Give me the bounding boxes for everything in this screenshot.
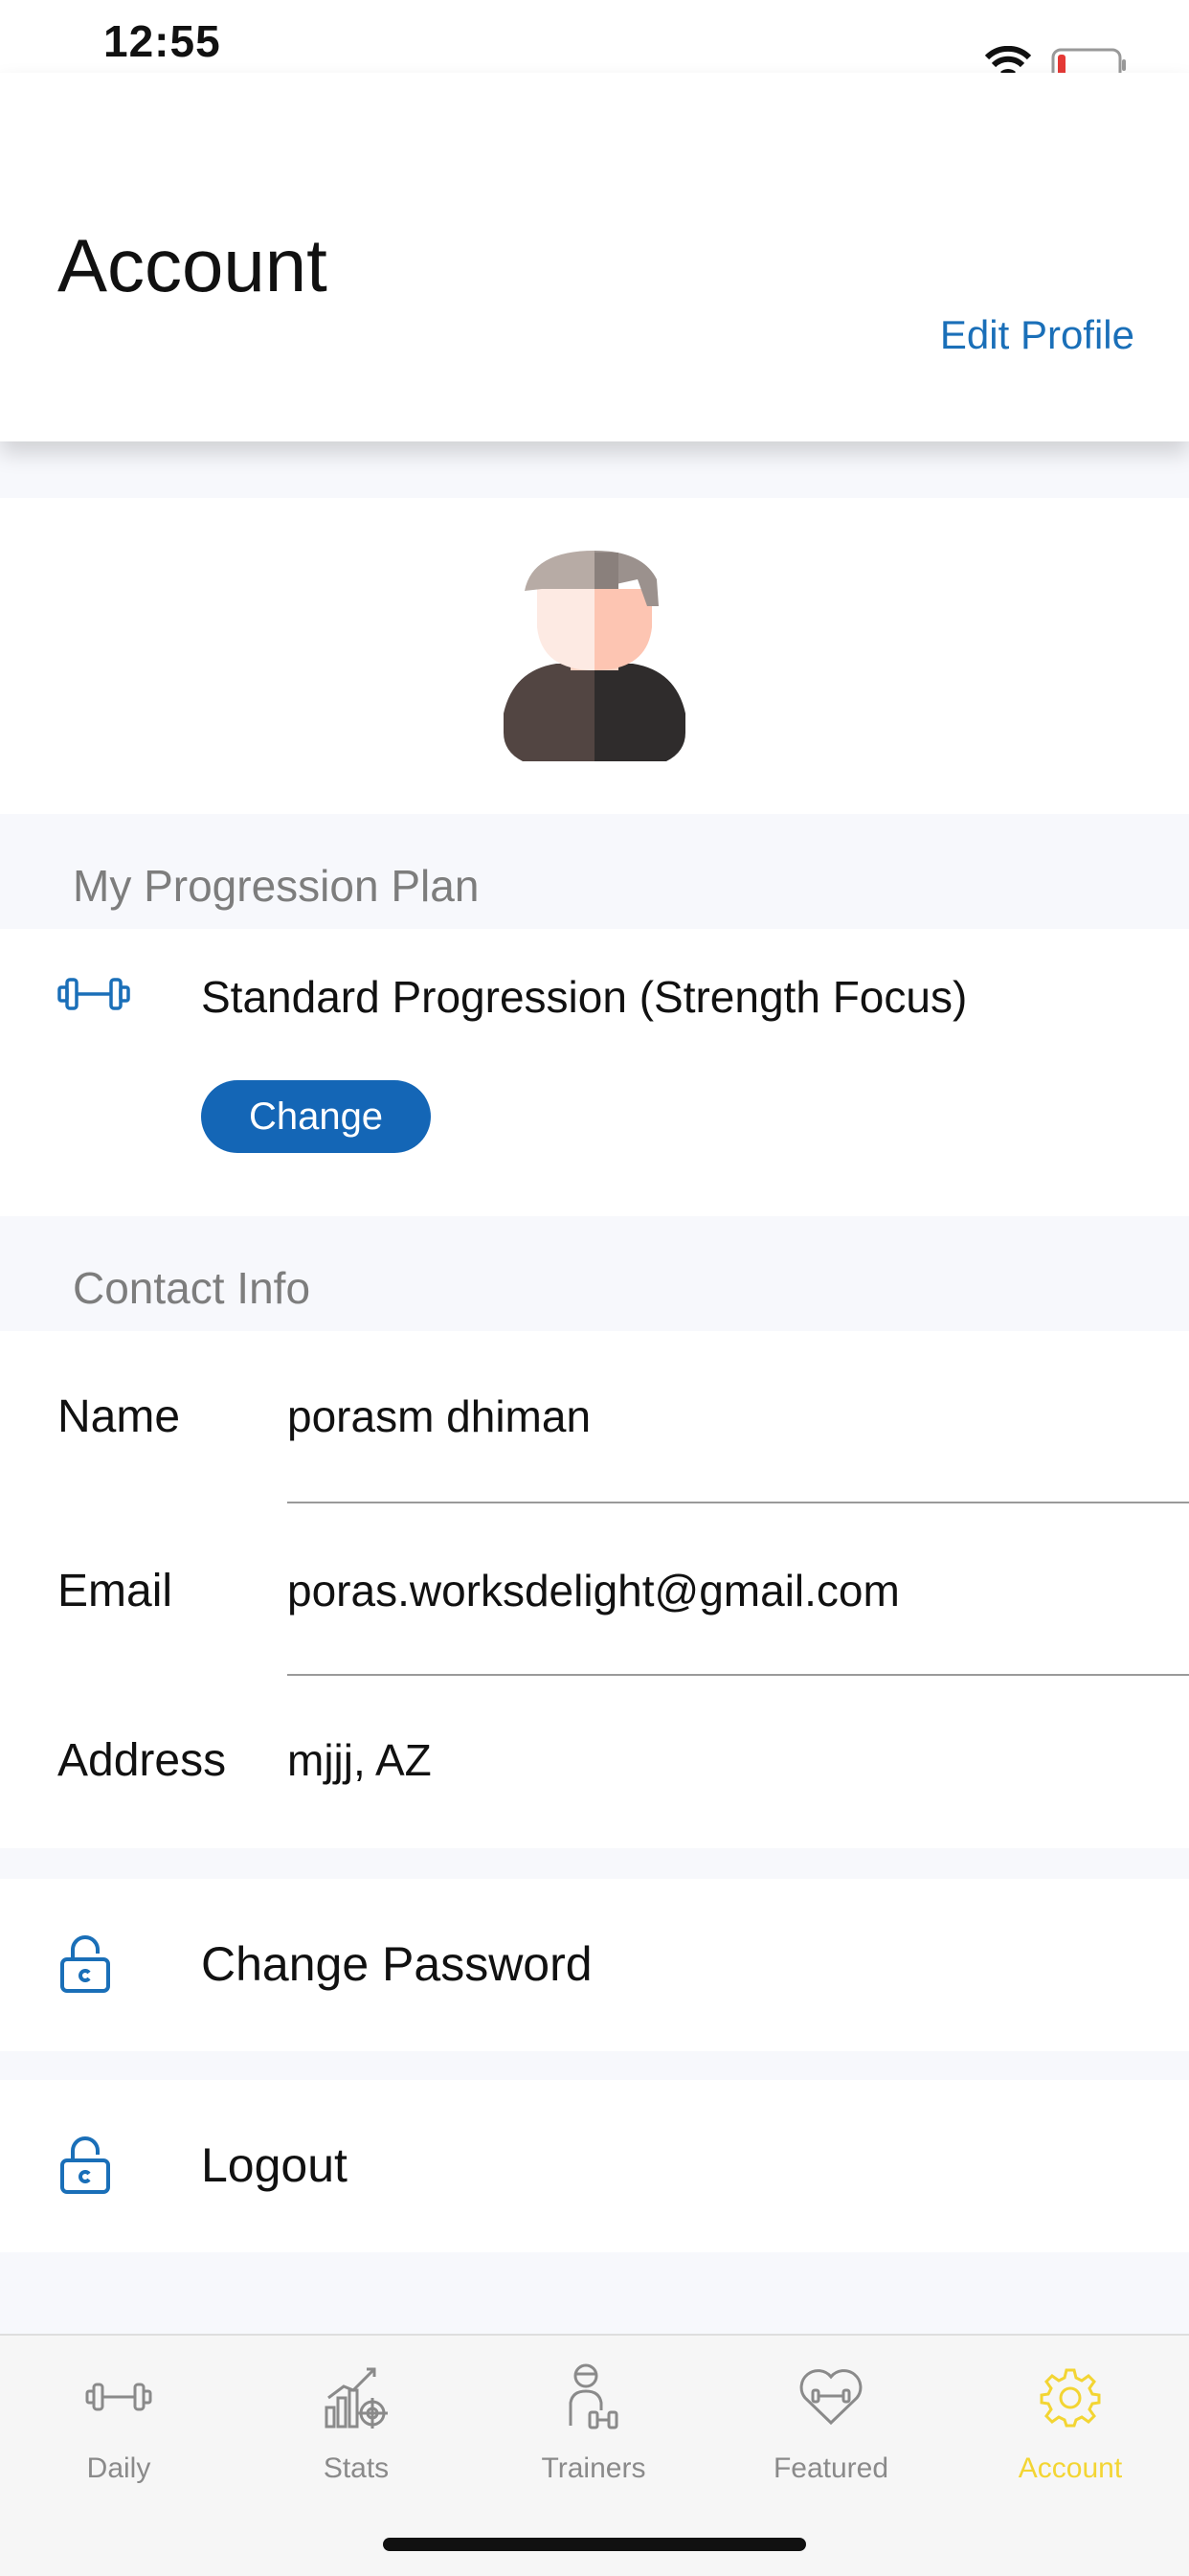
gear-icon [1040, 2368, 1101, 2428]
name-field[interactable]: porasm dhiman [287, 1390, 591, 1442]
status-time: 12:55 [103, 16, 221, 66]
name-divider [287, 1502, 1189, 1503]
lock-icon [60, 2136, 110, 2194]
trainer-icon [569, 2363, 618, 2429]
avatar-section [0, 498, 1189, 814]
logout-row[interactable]: Logout [0, 2080, 1189, 2252]
tab-stats[interactable]: Stats [237, 2359, 475, 2485]
edit-profile-button[interactable]: Edit Profile [940, 312, 1134, 358]
plan-name: Standard Progression (Strength Focus) [201, 972, 968, 1022]
tab-label-daily: Daily [86, 2452, 151, 2484]
dumbbell-icon [57, 978, 130, 1010]
contact-info-card: Name porasm dhiman Email poras.worksdeli… [0, 1331, 1189, 1848]
email-field[interactable]: poras.worksdelight@gmail.com [287, 1565, 900, 1616]
email-divider [287, 1674, 1189, 1676]
name-label: Name [57, 1391, 181, 1442]
email-label: Email [57, 1566, 173, 1616]
progression-section-title: My Progression Plan [73, 861, 480, 911]
avatar[interactable] [504, 551, 685, 761]
change-plan-button[interactable]: Change [201, 1080, 431, 1153]
address-field[interactable]: mjjj, AZ [287, 1734, 432, 1786]
progression-plan-card: Standard Progression (Strength Focus) Ch… [0, 929, 1189, 1216]
address-label: Address [57, 1735, 227, 1786]
home-indicator[interactable] [383, 2538, 806, 2551]
page-title: Account [57, 223, 327, 307]
change-password-row[interactable]: Change Password [0, 1879, 1189, 2051]
tab-daily[interactable]: Daily [0, 2359, 237, 2485]
tab-label-featured: Featured [773, 2452, 889, 2484]
chart-icon [325, 2367, 388, 2429]
status-bar: 12:55 [0, 0, 1189, 83]
change-password-label: Change Password [201, 1937, 593, 1991]
logout-label: Logout [201, 2138, 348, 2192]
lock-icon [60, 1935, 110, 1993]
dumbbell-icon [85, 2383, 152, 2411]
tab-account[interactable]: Account [952, 2359, 1189, 2485]
tab-label-account: Account [1018, 2452, 1123, 2484]
tab-label-stats: Stats [323, 2452, 390, 2484]
heart-icon [799, 2369, 863, 2426]
contact-section-title: Contact Info [73, 1263, 311, 1313]
tab-trainers[interactable]: Trainers [475, 2359, 712, 2485]
tab-featured[interactable]: Featured [712, 2359, 950, 2485]
tab-label-trainers: Trainers [541, 2452, 646, 2484]
